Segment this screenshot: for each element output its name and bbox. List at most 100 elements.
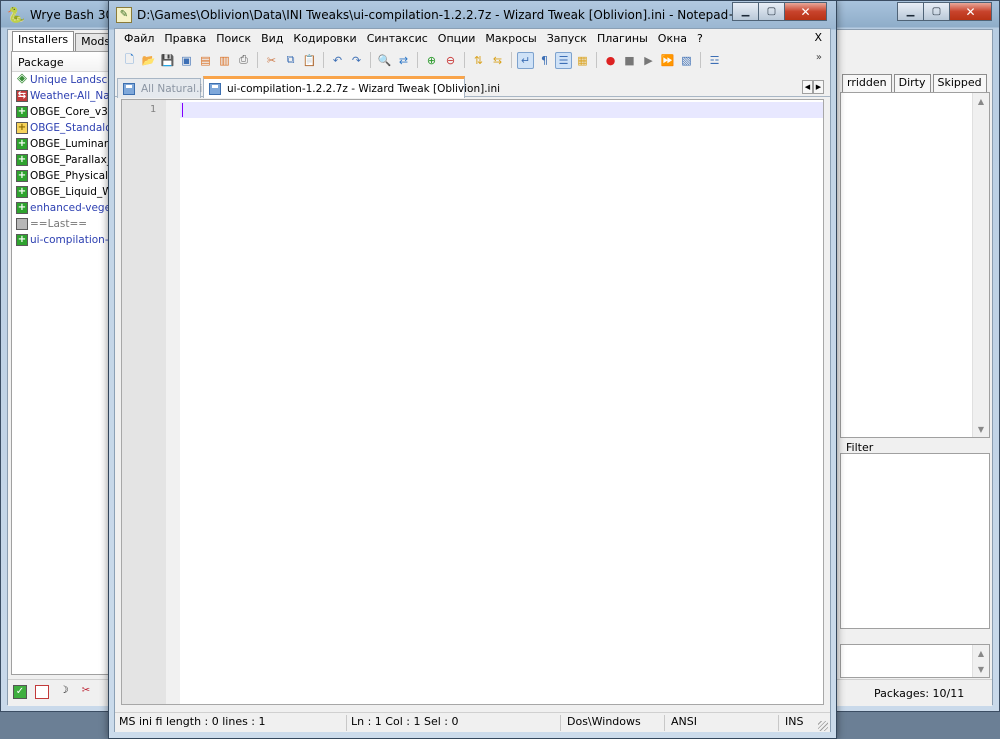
menu-window[interactable]: Окна [653,32,692,45]
zoom-out-icon[interactable]: ⊖ [442,52,459,69]
menu-plugins[interactable]: Плагины [592,32,653,45]
toolbar-overflow-icon[interactable]: » [816,52,822,63]
tab-label: ui-compilation-1.2.2.7z - Wizard Tweak [… [227,82,501,95]
check-icon[interactable]: ✓ [13,685,27,699]
package-row[interactable]: + ui-compilation-1. [12,232,120,248]
indent-guide-icon[interactable]: ☰ [555,51,572,69]
package-status-icon[interactable]: + [16,186,28,198]
package-status-icon[interactable]: + [16,138,28,150]
plugin-icon[interactable]: ☲ [706,52,723,69]
package-row[interactable]: + enhanced-veget [12,200,120,216]
run-macro-multiple-icon[interactable]: ⏩ [659,52,676,69]
editor-area[interactable]: 1 [121,99,824,705]
print-icon[interactable]: ⎙ [235,52,252,69]
status-file-info: MS ini fi length : 0 lines : 1 [115,715,347,731]
open-file-icon[interactable]: 📂 [140,52,157,69]
menu-view[interactable]: Вид [256,32,288,45]
minimize-button[interactable]: ▁ [732,2,758,21]
package-status-icon[interactable] [16,218,28,230]
menu-settings[interactable]: Опции [433,32,481,45]
tool-icon[interactable]: ✂ [79,685,93,699]
sync-vertical-icon[interactable]: ⇅ [470,52,487,69]
status-eol-format[interactable]: Dos\Windows [561,715,665,731]
tab-dirty[interactable]: Dirty [893,74,931,92]
menu-edit[interactable]: Правка [159,32,211,45]
save-icon[interactable]: 💾 [159,52,176,69]
package-row[interactable]: + OBGE_Core_v3. [12,104,120,120]
close-button[interactable]: ✕ [784,2,827,21]
record-macro-icon[interactable]: ● [602,52,619,69]
package-row[interactable]: + OBGE_Standalor [12,120,120,136]
save-macro-icon[interactable]: ▧ [678,52,695,69]
scroll-down-icon[interactable]: ▼ [973,421,989,437]
copy-icon[interactable]: ⧉ [282,52,299,69]
filter-box[interactable] [840,453,990,629]
menu-language[interactable]: Синтаксис [362,32,433,45]
tab-scroll-left-icon[interactable]: ◀ [802,80,813,94]
minimize-button[interactable]: ▁ [897,2,923,21]
tab-all-natural[interactable]: All Natural.ini [117,78,212,98]
current-line-highlight [180,102,823,118]
fold-margin[interactable] [166,100,180,704]
tab-ui-compilation[interactable]: ui-compilation-1.2.2.7z - Wizard Tweak [… [203,76,500,98]
package-status-icon[interactable]: + [16,154,28,166]
package-row[interactable]: ⇆ Weather-All_Nat [12,88,120,104]
tab-scroll-right-icon[interactable]: ▶ [813,80,824,94]
package-status-icon[interactable]: + [16,202,28,214]
details-scrollbar[interactable]: ▲ ▼ [972,93,989,437]
stop-macro-icon[interactable]: ■ [621,52,638,69]
scroll-up-icon[interactable]: ▲ [973,645,989,661]
package-row[interactable]: + OBGE_Parallax_( [12,152,120,168]
package-status-icon[interactable]: + [16,106,28,118]
comments-scrollbar[interactable]: ▲ ▼ [972,645,989,677]
package-status-icon[interactable]: + [16,234,28,246]
package-row[interactable]: ==Last== [12,216,120,232]
close-button[interactable]: ✕ [949,2,992,21]
package-status-icon[interactable]: + [16,170,28,182]
word-wrap-icon[interactable]: ↵ [517,51,534,69]
package-row[interactable]: + OBGE_Liquid_Wa [12,184,120,200]
menu-macro[interactable]: Макросы [480,32,541,45]
close-document-button[interactable]: X [814,31,822,44]
package-row[interactable]: + OBGE_Luminanc [12,136,120,152]
tab-installers[interactable]: Installers [12,31,75,51]
menu-bar: Файл Правка Поиск Вид Кодировки Синтакси… [115,29,830,48]
find-icon[interactable]: 🔍 [376,52,393,69]
paste-icon[interactable]: 📋 [301,52,318,69]
menu-help[interactable]: ? [692,32,708,45]
package-status-icon[interactable]: ⇆ [16,90,28,102]
scroll-down-icon[interactable]: ▼ [973,661,989,677]
uncheck-icon[interactable] [35,685,49,699]
resize-grip-icon[interactable] [818,721,828,731]
package-status-icon[interactable]: ◈ [16,72,28,86]
cut-icon[interactable]: ✂ [263,52,280,69]
menu-file[interactable]: Файл [119,32,159,45]
tab-overridden[interactable]: rridden [842,74,892,92]
redo-icon[interactable]: ↷ [348,52,365,69]
save-all-icon[interactable]: ▣ [178,52,195,69]
replace-icon[interactable]: ⇄ [395,52,412,69]
menu-run[interactable]: Запуск [542,32,592,45]
saved-file-icon [123,82,135,95]
menu-encoding[interactable]: Кодировки [288,32,361,45]
maximize-button[interactable]: ▢ [923,2,949,21]
package-status-icon[interactable]: + [16,122,28,134]
zoom-in-icon[interactable]: ⊕ [423,52,440,69]
undo-icon[interactable]: ↶ [329,52,346,69]
play-macro-icon[interactable]: ▶ [640,52,657,69]
close-file-icon[interactable]: ▤ [197,52,214,69]
comments-box[interactable]: ▲ ▼ [840,644,990,678]
new-file-icon[interactable]: 🗋 [121,52,138,69]
close-all-icon[interactable]: ▥ [216,52,233,69]
scroll-up-icon[interactable]: ▲ [973,93,989,109]
oblivion-icon[interactable]: ☽ [57,685,71,699]
package-row[interactable]: + OBGE_Physically [12,168,120,184]
maximize-button[interactable]: ▢ [758,2,784,21]
package-row[interactable]: ◈ Unique Landscap [12,72,120,88]
sync-horizontal-icon[interactable]: ⇆ [489,52,506,69]
user-language-icon[interactable]: ▦ [574,52,591,69]
menu-search[interactable]: Поиск [211,32,256,45]
tab-skipped[interactable]: Skipped [932,74,987,92]
package-column-header[interactable]: Package [12,52,120,72]
show-all-chars-icon[interactable]: ¶ [536,52,553,69]
